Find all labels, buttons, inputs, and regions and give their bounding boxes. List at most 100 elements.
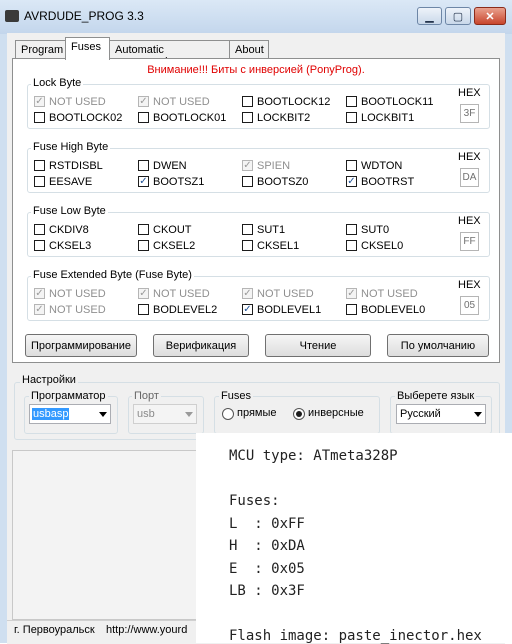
checkbox-label: WDTON xyxy=(361,159,403,172)
checkbox-box xyxy=(346,160,357,171)
app-icon xyxy=(5,10,19,22)
fuse-high-bit-checkbox[interactable]: DWEN xyxy=(138,159,187,172)
fuse-low-bit-checkbox[interactable]: CKSEL3 xyxy=(34,239,91,252)
default-button[interactable]: По умолчанию xyxy=(387,334,489,357)
checkbox-box xyxy=(34,240,45,251)
fuse-low-title: Fuse Low Byte xyxy=(31,205,108,217)
fuse-high-hex-value: DA xyxy=(460,168,479,187)
checkmark-icon: ✓ xyxy=(242,159,253,171)
checkbox-box xyxy=(138,240,149,251)
fuses-mode-label: Fuses xyxy=(219,390,253,402)
port-select[interactable]: usb xyxy=(133,404,197,424)
fuse-low-bit-checkbox[interactable]: CKSEL2 xyxy=(138,239,195,252)
fuse-high-bit-checkbox[interactable]: ✓ BOOTSZ1 xyxy=(138,175,204,188)
checkbox-label: BODLEVEL0 xyxy=(361,303,426,316)
tab-about[interactable]: About xyxy=(229,40,269,59)
checkmark-icon: ✓ xyxy=(138,175,149,187)
language-select[interactable]: Русский xyxy=(396,404,486,424)
checkbox-box xyxy=(34,112,45,123)
checkbox-label: CKSEL2 xyxy=(153,239,196,252)
lock-byte-title: Lock Byte xyxy=(31,77,84,89)
radio-direct-label: прямые xyxy=(237,407,277,419)
checkmark-icon: ✓ xyxy=(242,287,253,299)
programmer-value: usbasp xyxy=(32,408,70,420)
checkbox-label: SUT0 xyxy=(361,223,390,236)
checkbox-label: BOOTLOCK12 xyxy=(257,95,331,108)
port-value: usb xyxy=(137,408,155,420)
programmer-select[interactable]: usbasp xyxy=(29,404,111,424)
inversion-warning: Внимание!!! Биты с инверсией (PonyProg). xyxy=(147,64,365,76)
fuse-low-bit-checkbox[interactable]: CKOUT xyxy=(138,223,192,236)
checkbox-label: NOT USED xyxy=(361,287,418,300)
checkbox-box xyxy=(346,96,357,107)
fuse-ext-bit-checkbox: ✓ NOT USED xyxy=(346,287,418,300)
lock-byte-bit-checkbox[interactable]: LOCKBIT2 xyxy=(242,111,310,124)
fuse-high-bit-checkbox[interactable]: EESAVE xyxy=(34,175,92,188)
tab-fuses[interactable]: Fuses xyxy=(65,37,110,60)
lock-byte-bit-checkbox[interactable]: BOOTLOCK11 xyxy=(346,95,434,108)
fuse-ext-bit-checkbox: ✓ NOT USED xyxy=(242,287,314,300)
lock-byte-bit-checkbox[interactable]: BOOTLOCK01 xyxy=(138,111,226,124)
radio-selected-dot xyxy=(296,411,302,417)
fuse-high-title: Fuse High Byte xyxy=(31,141,111,153)
checkbox-label: BOOTRST xyxy=(361,175,415,188)
fuse-ext-hex-value: 05 xyxy=(460,296,479,315)
fuse-low-bit-checkbox[interactable]: SUT1 xyxy=(242,223,285,236)
fuse-ext-title: Fuse Extended Byte (Fuse Byte) xyxy=(31,269,194,281)
fuse-low-bit-checkbox[interactable]: CKSEL0 xyxy=(346,239,403,252)
overlay-text-line: E : 0x05 xyxy=(229,560,305,577)
fuse-low-bit-checkbox[interactable]: CKDIV8 xyxy=(34,223,89,236)
checkmark-icon: ✓ xyxy=(346,287,357,299)
status-url[interactable]: http://www.yourd xyxy=(106,624,187,636)
fuse-high-bit-checkbox[interactable]: BOOTSZ0 xyxy=(242,175,308,188)
overlay-text-line: LB : 0x3F xyxy=(229,583,305,599)
minimize-button[interactable]: ▁ xyxy=(417,7,442,25)
maximize-button[interactable]: ▢ xyxy=(445,7,471,25)
fuse-low-bit-checkbox[interactable]: SUT0 xyxy=(346,223,389,236)
checkbox-label: NOT USED xyxy=(257,287,314,300)
fuse-high-bit-checkbox[interactable]: RSTDISBL xyxy=(34,159,103,172)
language-value: Русский xyxy=(400,408,441,420)
radio-inverse[interactable] xyxy=(293,408,305,420)
fuse-low-hex-label: HEX xyxy=(458,215,481,227)
checkbox-label: NOT USED xyxy=(153,287,210,300)
fuse-ext-bit-checkbox[interactable]: BODLEVEL0 xyxy=(346,303,425,316)
radio-direct[interactable] xyxy=(222,408,234,420)
language-label: Выберете язык xyxy=(395,390,477,402)
fuse-ext-bit-checkbox[interactable]: ✓ BODLEVEL1 xyxy=(242,303,321,316)
lock-byte-hex-value: 3F xyxy=(460,104,479,123)
checkbox-label: CKSEL3 xyxy=(49,239,92,252)
tab-automatic-programming[interactable]: Automatic programming xyxy=(109,40,230,68)
checkbox-label: CKDIV8 xyxy=(49,223,89,236)
checkbox-box xyxy=(242,176,253,187)
fuse-ext-bit-checkbox[interactable]: BODLEVEL2 xyxy=(138,303,217,316)
fuse-low-bit-checkbox[interactable]: CKSEL1 xyxy=(242,239,299,252)
verify-button[interactable]: Верификация xyxy=(153,334,249,357)
port-label: Порт xyxy=(132,390,161,402)
settings-title: Настройки xyxy=(20,374,78,386)
lock-byte-bit-checkbox[interactable]: LOCKBIT1 xyxy=(346,111,414,124)
fuse-high-bit-checkbox[interactable]: ✓ BOOTRST xyxy=(346,175,414,188)
chevron-down-icon xyxy=(185,412,193,417)
close-button[interactable]: ✕ xyxy=(474,7,506,25)
fuse-high-hex-label: HEX xyxy=(458,151,481,163)
radio-inverse-label: инверсные xyxy=(308,407,364,419)
lock-byte-bit-checkbox[interactable]: BOOTLOCK02 xyxy=(34,111,122,124)
program-button[interactable]: Программирование xyxy=(25,334,137,357)
tab-program[interactable]: Program xyxy=(15,40,66,59)
fuse-low-hex-value: FF xyxy=(460,232,479,251)
window-title: AVRDUDE_PROG 3.3 xyxy=(24,9,144,23)
fuse-high-bit-checkbox: ✓ SPIEN xyxy=(242,159,290,172)
checkbox-label: RSTDISBL xyxy=(49,159,103,172)
checkbox-label: LOCKBIT1 xyxy=(361,111,415,124)
checkbox-label: EESAVE xyxy=(49,175,93,188)
checkbox-label: BOOTSZ0 xyxy=(257,175,309,188)
fuse-ext-bit-checkbox: ✓ NOT USED xyxy=(34,303,106,316)
lock-byte-bit-checkbox[interactable]: BOOTLOCK12 xyxy=(242,95,330,108)
checkbox-label: DWEN xyxy=(153,159,187,172)
checkbox-label: LOCKBIT2 xyxy=(257,111,311,124)
fuse-high-bit-checkbox[interactable]: WDTON xyxy=(346,159,402,172)
lock-byte-bit-checkbox: ✓ NOT USED xyxy=(34,95,106,108)
read-button[interactable]: Чтение xyxy=(265,334,371,357)
checkmark-icon: ✓ xyxy=(138,95,149,107)
